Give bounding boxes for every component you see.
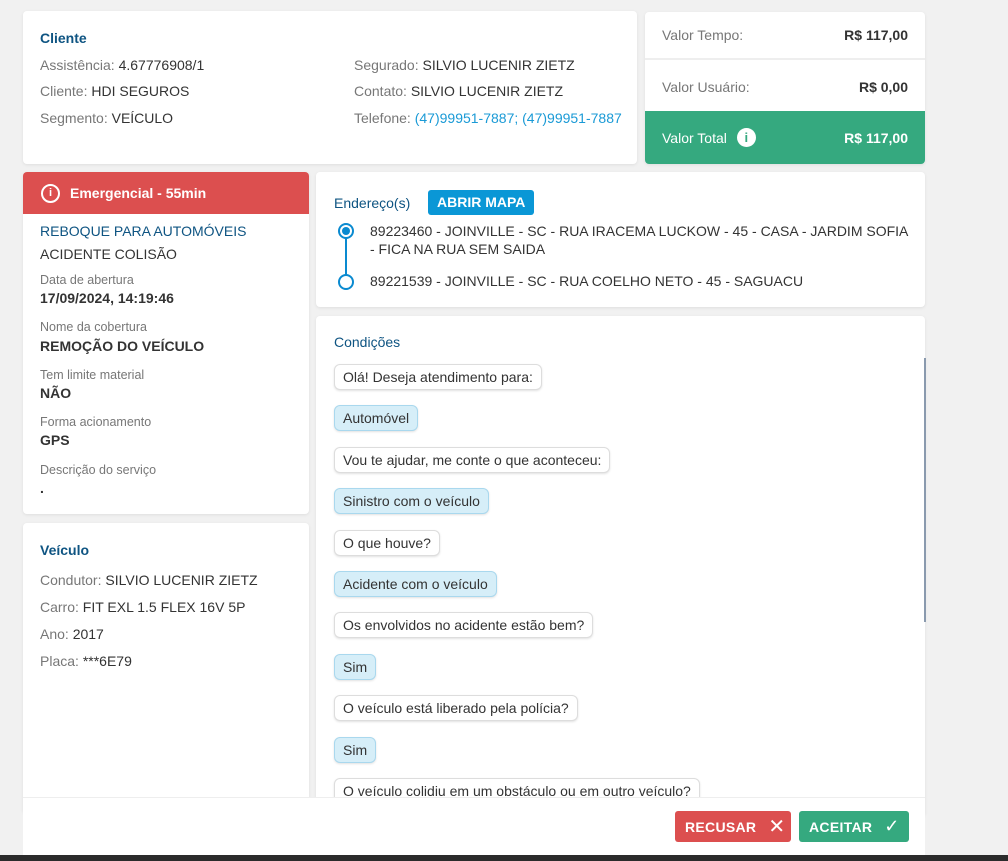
bot-message: O veículo está liberado pela polícia? <box>334 695 578 722</box>
field-value: . <box>40 480 44 496</box>
valor-total-row: Valor Total i R$ 117,00 <box>645 111 925 164</box>
address-item: 89223460 - JOINVILLE - SC - RUA IRACEMA … <box>370 223 908 257</box>
value: SILVIO LUCENIR ZIETZ <box>105 572 258 588</box>
vehicle-title: Veículo <box>40 542 90 558</box>
label: Placa: <box>40 653 79 669</box>
value: VEÍCULO <box>111 110 174 126</box>
segurado-field: Segurado: SILVIO LUCENIR ZIETZ <box>354 57 575 73</box>
segmento-field: Segmento: VEÍCULO <box>40 110 173 126</box>
info-icon[interactable]: i <box>736 128 756 147</box>
info-circle-icon: i <box>41 183 60 203</box>
conditions-title: Condições <box>334 334 401 350</box>
user-message: Sim <box>334 736 377 763</box>
value: R$ 117,00 <box>844 129 908 146</box>
address-title: Endereço(s) <box>334 195 411 211</box>
user-message: Automóvel <box>334 405 419 432</box>
client-card: Cliente Assistência: 4.67776908/1 Client… <box>23 11 637 164</box>
valor-tempo-row: Valor Tempo: R$ 117,00 <box>645 12 925 60</box>
label: Cliente: <box>40 83 88 99</box>
origin-marker-icon <box>338 223 354 239</box>
ano-field: Ano: 2017 <box>40 626 104 642</box>
emergency-alert: i Emergencial - 55min <box>23 172 309 214</box>
placa-field: Placa: ***6E79 <box>40 653 132 669</box>
field-value: REMOÇÃO DO VEÍCULO <box>40 338 205 354</box>
value: 2017 <box>72 626 104 642</box>
value: SILVIO LUCENIR ZIETZ <box>422 57 575 73</box>
field-label: Descrição do serviço <box>40 463 157 477</box>
bot-message: Vou te ajudar, me conte o que aconteceu: <box>334 446 611 473</box>
bot-message: O que houve? <box>334 529 440 556</box>
valor-usuario-row: Valor Usuário: R$ 0,00 <box>645 62 925 111</box>
label: Valor Usuário: <box>662 78 750 95</box>
label: Ano: <box>40 626 69 642</box>
service-title: REBOQUE PARA AUTOMÓVEIS <box>40 223 247 239</box>
value: R$ 0,00 <box>858 78 908 95</box>
field-label: Nome da cobertura <box>40 320 148 334</box>
accept-label: ACEITAR <box>809 818 873 835</box>
taskbar <box>0 855 1008 861</box>
destination-marker-icon <box>338 274 354 290</box>
value: 4.67776908/1 <box>118 57 205 73</box>
bot-message: Os envolvidos no acidente estão bem? <box>334 612 594 639</box>
value: SILVIO LUCENIR ZIETZ <box>410 83 564 99</box>
value: R$ 117,00 <box>844 27 908 43</box>
assistencia-field: Assistência: 4.67776908/1 <box>40 57 204 73</box>
close-icon: ✕ <box>768 816 786 838</box>
value: FIT EXL 1.5 FLEX 16V 5P <box>82 599 246 615</box>
field-label: Tem limite material <box>40 368 145 382</box>
label: Segmento: <box>40 110 108 126</box>
label: Carro: <box>40 599 79 615</box>
telefone-field: Telefone: (47)99951-7887; (47)99951-7887 <box>354 110 622 126</box>
check-icon: ✓ <box>884 816 900 836</box>
refuse-button[interactable]: RECUSAR ✕ <box>675 811 791 842</box>
carro-field: Carro: FIT EXL 1.5 FLEX 16V 5P <box>40 599 245 615</box>
condutor-field: Condutor: SILVIO LUCENIR ZIETZ <box>40 572 258 588</box>
value: ***6E79 <box>82 653 132 669</box>
address-item: 89221539 - JOINVILLE - SC - RUA COELHO N… <box>370 273 804 289</box>
label: Valor Total <box>662 129 727 146</box>
alert-text: Emergencial - 55min <box>70 185 207 201</box>
scrollbar[interactable] <box>924 358 926 622</box>
values-card: Valor Tempo: R$ 117,00 Valor Usuário: R$ 0… <box>645 12 925 164</box>
label: Contato: <box>354 83 407 99</box>
contato-field: Contato: SILVIO LUCENIR ZIETZ <box>354 83 563 99</box>
field-value: NÃO <box>40 385 72 401</box>
label: Valor Tempo: <box>662 27 744 43</box>
conditions-card <box>316 316 925 816</box>
cliente-field: Cliente: HDI SEGUROS <box>40 83 189 99</box>
field-label: Data de abertura <box>40 273 134 287</box>
accept-button[interactable]: ACEITAR ✓ <box>799 811 909 842</box>
bot-message: Olá! Deseja atendimento para: <box>334 364 542 390</box>
field-value: 17/09/2024, 14:19:46 <box>40 290 174 306</box>
telefone-link[interactable]: (47)99951-7887; (47)99951-7887 <box>415 110 622 126</box>
user-message: Acidente com o veículo <box>334 571 497 597</box>
address-card: Endereço(s) ABRIR MAPA 89223460 - JOINVI… <box>316 172 925 307</box>
value: HDI SEGUROS <box>91 83 190 99</box>
service-card: i Emergencial - 55min REBOQUE PARA AUTOM… <box>23 172 309 514</box>
field-value: GPS <box>40 432 70 448</box>
service-subtitle: ACIDENTE COLISÃO <box>40 246 177 262</box>
field-label: Forma acionamento <box>40 415 152 429</box>
user-message: Sinistro com o veículo <box>334 488 489 515</box>
vehicle-card: Veículo Condutor: SILVIO LUCENIR ZIETZ C… <box>23 523 309 813</box>
label: Telefone: <box>354 110 411 126</box>
label: Assistência: <box>40 57 115 73</box>
user-message: Sim <box>334 653 377 680</box>
client-title: Cliente <box>40 30 87 46</box>
refuse-label: RECUSAR <box>685 818 757 835</box>
open-map-button[interactable]: ABRIR MAPA <box>428 190 535 215</box>
label: Condutor: <box>40 572 102 588</box>
label: Segurado: <box>354 57 419 73</box>
